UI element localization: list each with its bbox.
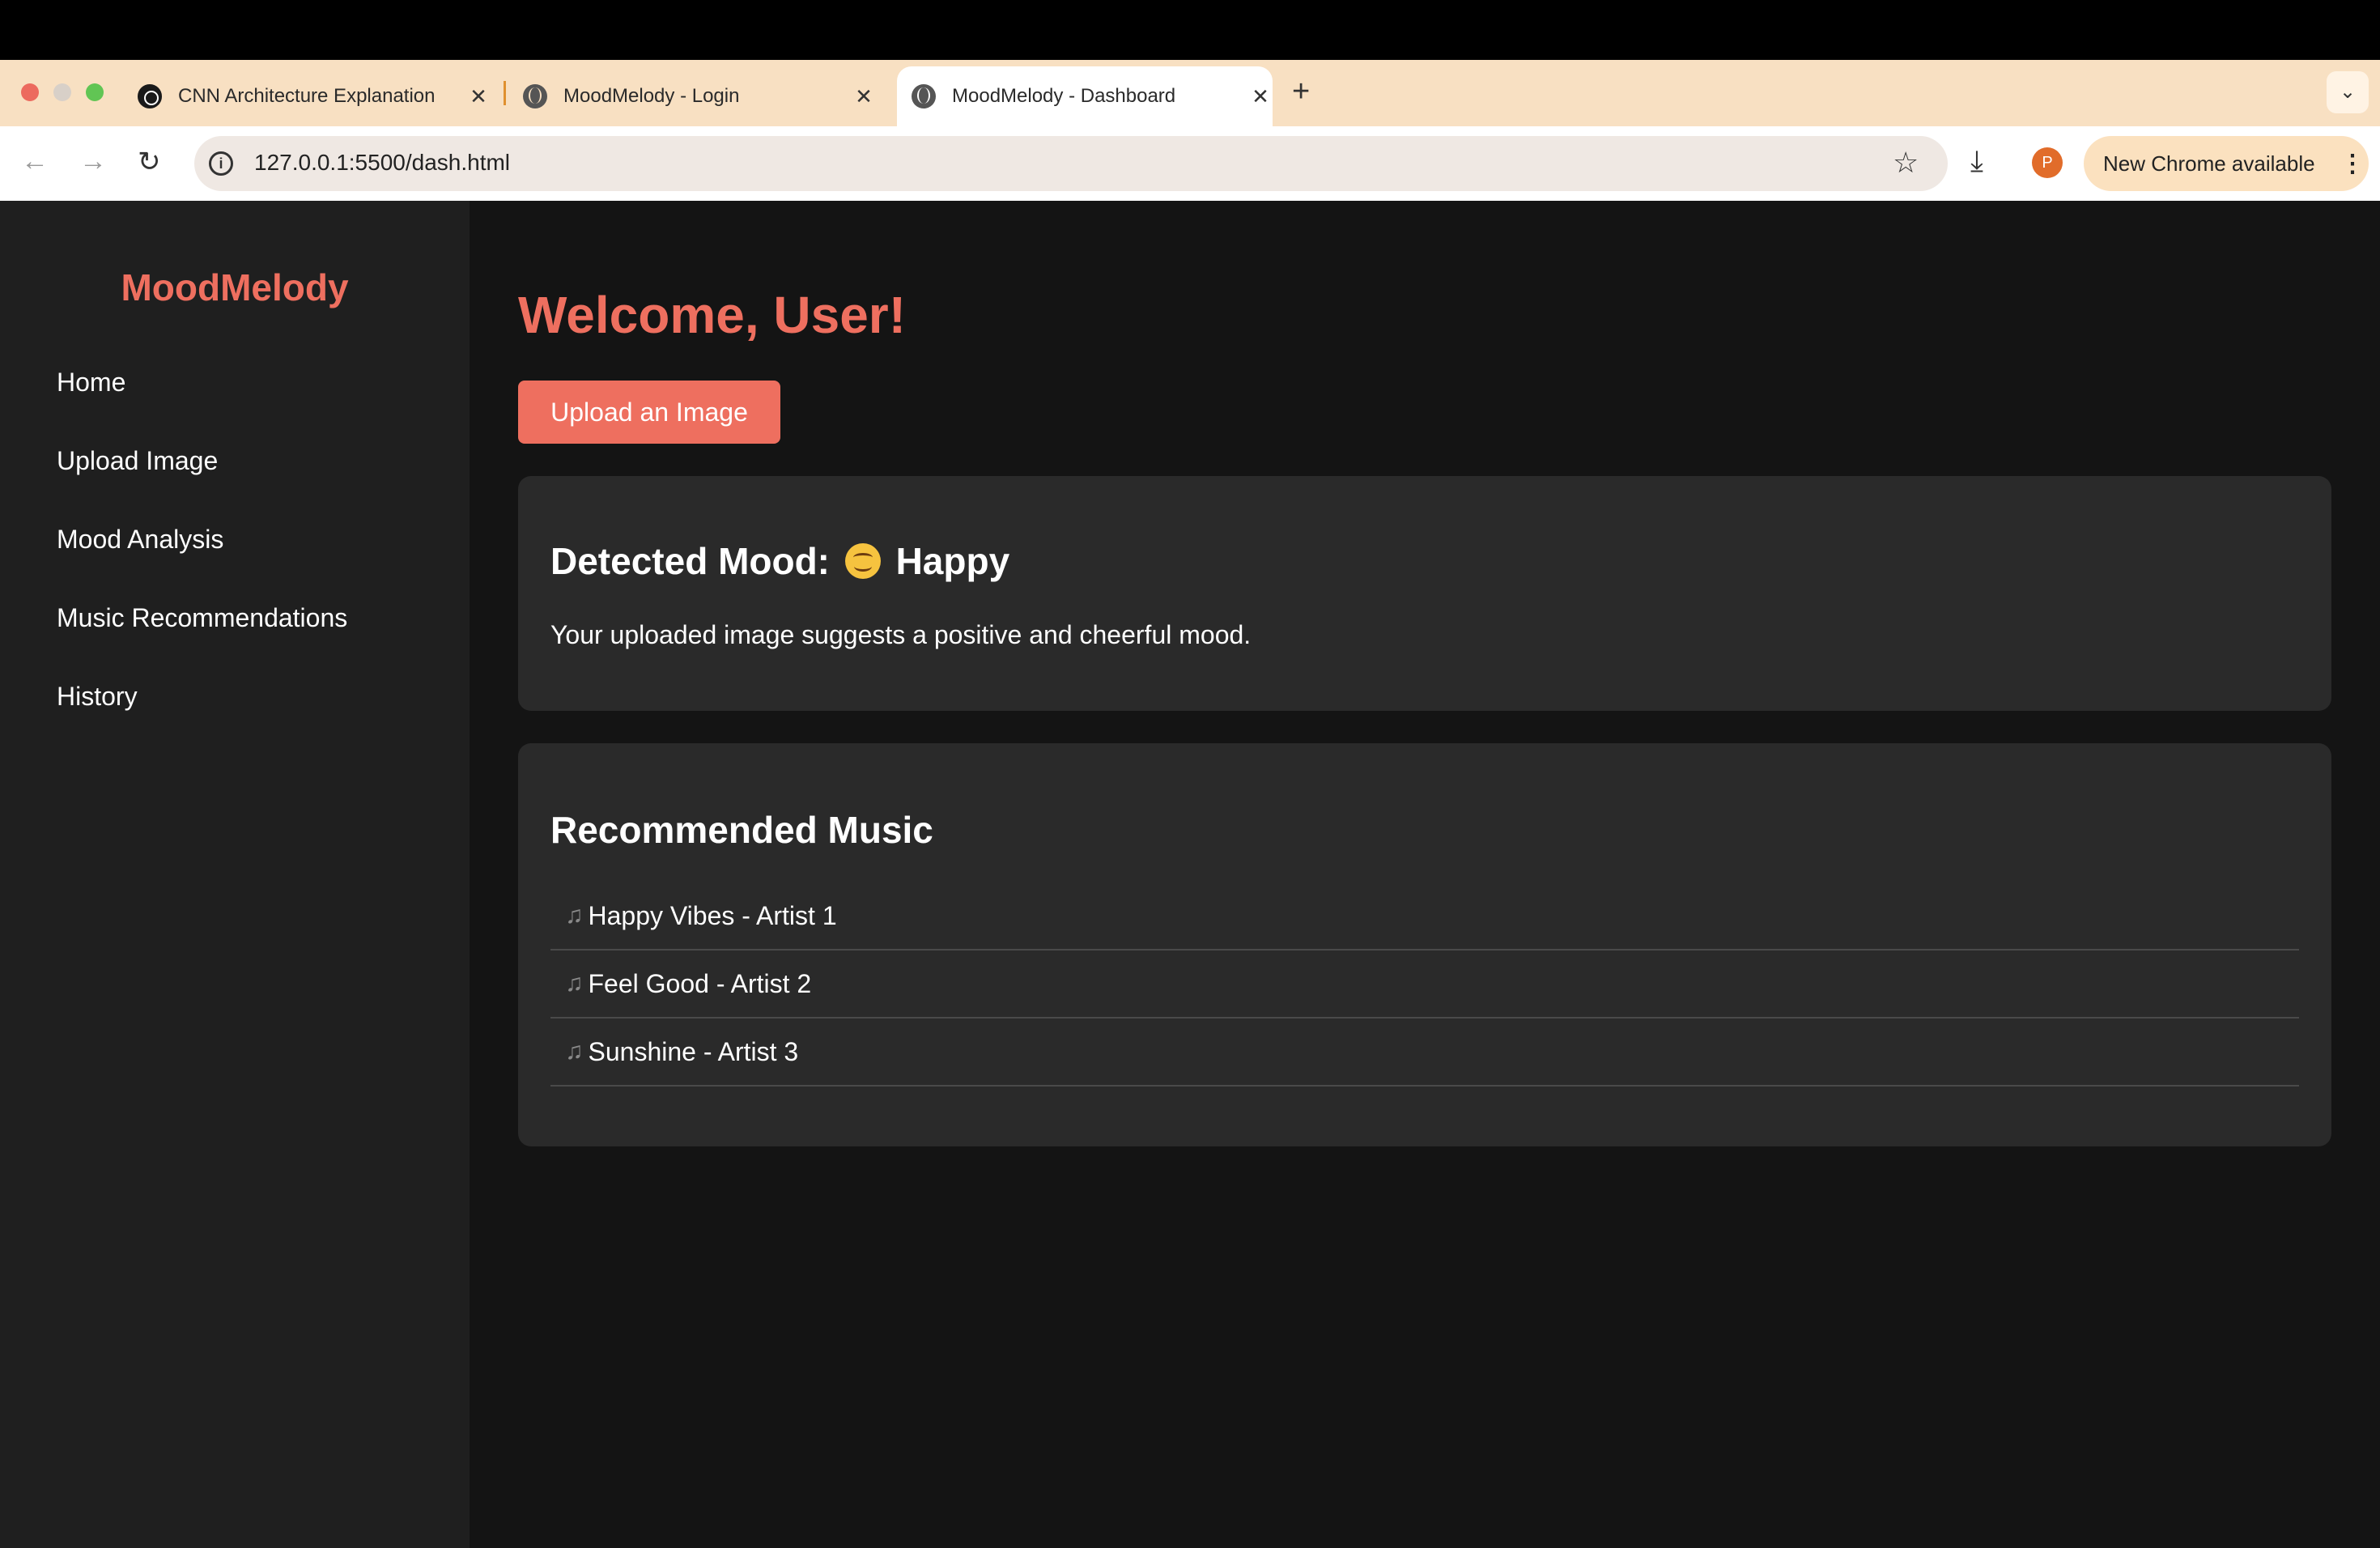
new-tab-button[interactable]: +: [1292, 74, 1310, 109]
window-zoom-button[interactable]: [86, 83, 104, 101]
sidebar-item-history[interactable]: History: [57, 682, 138, 712]
list-item[interactable]: ♫ Sunshine - Artist 3: [550, 1019, 2299, 1087]
list-item[interactable]: ♫ Feel Good - Artist 2: [550, 950, 2299, 1019]
tab-close-icon[interactable]: ✕: [466, 84, 491, 109]
globe-icon: [523, 84, 547, 108]
tab-search-chevron-icon[interactable]: ⌄: [2327, 71, 2369, 113]
mood-card: Detected Mood: Happy Your uploaded image…: [518, 476, 2331, 711]
sidebar-item-music-recommendations[interactable]: Music Recommendations: [57, 603, 347, 633]
mood-label: Happy: [895, 540, 1010, 582]
bookmark-star-icon[interactable]: ☆: [1893, 146, 1919, 180]
music-note-icon: ♫: [565, 902, 584, 929]
music-note-icon: ♫: [565, 1038, 584, 1065]
top-black-strip: [0, 0, 2380, 60]
mood-description: Your uploaded image suggests a positive …: [550, 620, 1252, 649]
tab-moodmelody-dashboard[interactable]: MoodMelody - Dashboard ✕: [897, 66, 1273, 126]
sidebar-item-home[interactable]: Home: [57, 368, 125, 398]
list-item[interactable]: ♫ Happy Vibes - Artist 1: [550, 882, 2299, 950]
sidebar-item-upload-image[interactable]: Upload Image: [57, 446, 218, 476]
song-label: Sunshine - Artist 3: [588, 1036, 799, 1066]
window-minimize-button[interactable]: [53, 83, 71, 101]
more-menu-icon[interactable]: ⋮: [2336, 150, 2369, 178]
download-icon[interactable]: ⤓: [1970, 144, 1983, 179]
tab-title: MoodMelody - Login: [563, 85, 740, 107]
upload-image-button[interactable]: Upload an Image: [518, 381, 780, 444]
reload-icon[interactable]: ↻: [138, 146, 161, 178]
song-label: Happy Vibes - Artist 1: [588, 900, 837, 930]
page-title: Welcome, User!: [518, 286, 906, 344]
globe-icon: [912, 84, 936, 108]
mood-heading-prefix: Detected Mood:: [550, 540, 830, 582]
tab-title: CNN Architecture Explanation: [178, 85, 436, 107]
tab-separator: [504, 81, 506, 105]
mood-heading: Detected Mood: Happy: [550, 539, 1009, 583]
page-body: MoodMelody Home Upload Image Mood Analys…: [0, 201, 2380, 1548]
window-close-button[interactable]: [21, 83, 39, 101]
song-list: ♫ Happy Vibes - Artist 1 ♫ Feel Good - A…: [550, 882, 2299, 1087]
back-arrow-icon[interactable]: ←: [21, 146, 49, 177]
sidebar: MoodMelody Home Upload Image Mood Analys…: [0, 201, 470, 1548]
openai-icon: [138, 84, 162, 108]
chrome-update-button[interactable]: New Chrome available ⋮: [2084, 136, 2369, 191]
brand-logo[interactable]: MoodMelody: [0, 266, 470, 309]
profile-avatar[interactable]: P: [2032, 147, 2063, 178]
chrome-update-label: New Chrome available: [2103, 151, 2315, 176]
smiling-face-icon: [844, 543, 881, 579]
tab-title: MoodMelody - Dashboard: [952, 85, 1176, 107]
music-card: Recommended Music ♫ Happy Vibes - Artist…: [518, 743, 2331, 1146]
music-note-icon: ♫: [565, 970, 584, 997]
forward-arrow-icon[interactable]: →: [79, 146, 107, 177]
tab-close-icon[interactable]: ✕: [1248, 84, 1273, 109]
song-label: Feel Good - Artist 2: [588, 968, 812, 998]
sidebar-item-mood-analysis[interactable]: Mood Analysis: [57, 525, 223, 555]
main-content: Welcome, User! Upload an Image Detected …: [470, 201, 2380, 1548]
url-text[interactable]: 127.0.0.1:5500/dash.html: [254, 150, 510, 176]
site-info-icon[interactable]: i: [209, 151, 233, 176]
tab-moodmelody-login[interactable]: MoodMelody - Login ✕: [523, 66, 876, 126]
tab-close-icon[interactable]: ✕: [852, 84, 876, 109]
music-heading: Recommended Music: [550, 809, 933, 851]
tab-cnn-architecture[interactable]: CNN Architecture Explanation ✕: [138, 66, 491, 126]
